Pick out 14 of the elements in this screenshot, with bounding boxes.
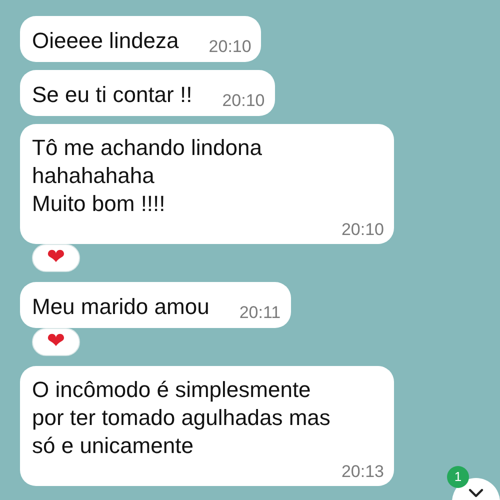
message-text: Meu marido amou <box>32 293 210 321</box>
message-time: 20:13 <box>341 462 384 482</box>
message-text: Oieeee lindeza <box>32 27 179 55</box>
message-time: 20:10 <box>208 37 252 57</box>
message-time: 20:10 <box>341 220 384 240</box>
message-time: 20:10 <box>222 91 265 111</box>
reaction-badge[interactable]: ❤ <box>32 328 80 356</box>
reaction-badge[interactable]: ❤ <box>32 244 80 272</box>
message-text: Tô me achando lindona hahahahaha Muito bom !!!! <box>32 134 263 218</box>
chevron-down-icon <box>468 488 484 498</box>
message-text: Se eu ti contar !! <box>32 81 192 109</box>
message-time: 20:11 <box>239 303 281 323</box>
unread-badge: 1 <box>447 466 469 488</box>
message-text: O incômodo é simplesmente por ter tomado agulhadas mas só e unicamente <box>32 376 332 460</box>
